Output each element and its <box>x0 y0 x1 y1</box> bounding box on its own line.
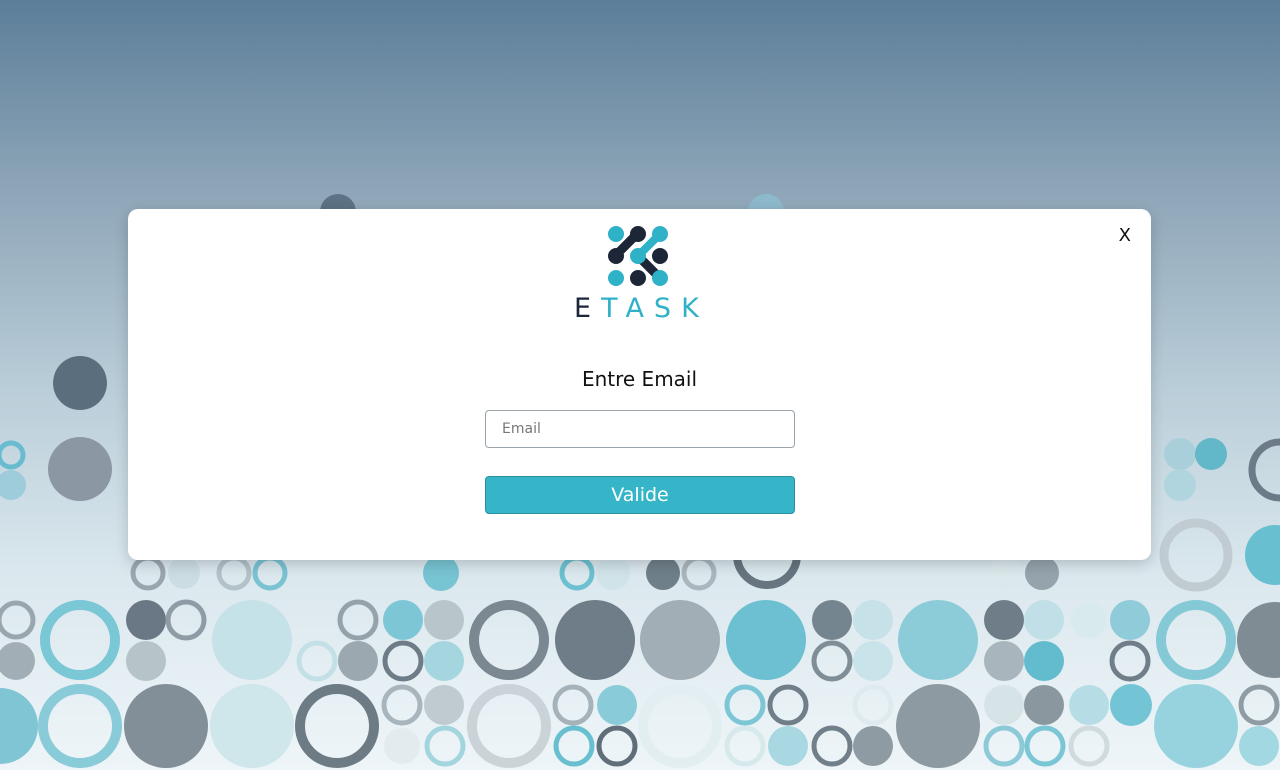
email-modal: X ETASK Entre Email Valide <box>128 209 1151 560</box>
form-title: Entre Email <box>581 367 698 391</box>
submit-button[interactable]: Valide <box>485 476 795 514</box>
etask-logo: ETASK <box>574 225 704 329</box>
close-button[interactable]: X <box>1115 223 1135 248</box>
logo-wordmark: ETASK <box>574 293 704 324</box>
logo-wordmark-task: TASK <box>601 293 709 324</box>
logo-wordmark-e: E <box>574 293 602 324</box>
email-field[interactable] <box>485 410 795 448</box>
etask-dots-logo-icon <box>608 226 668 286</box>
page-background: X ETASK Entre Email Valide <box>0 0 1280 770</box>
